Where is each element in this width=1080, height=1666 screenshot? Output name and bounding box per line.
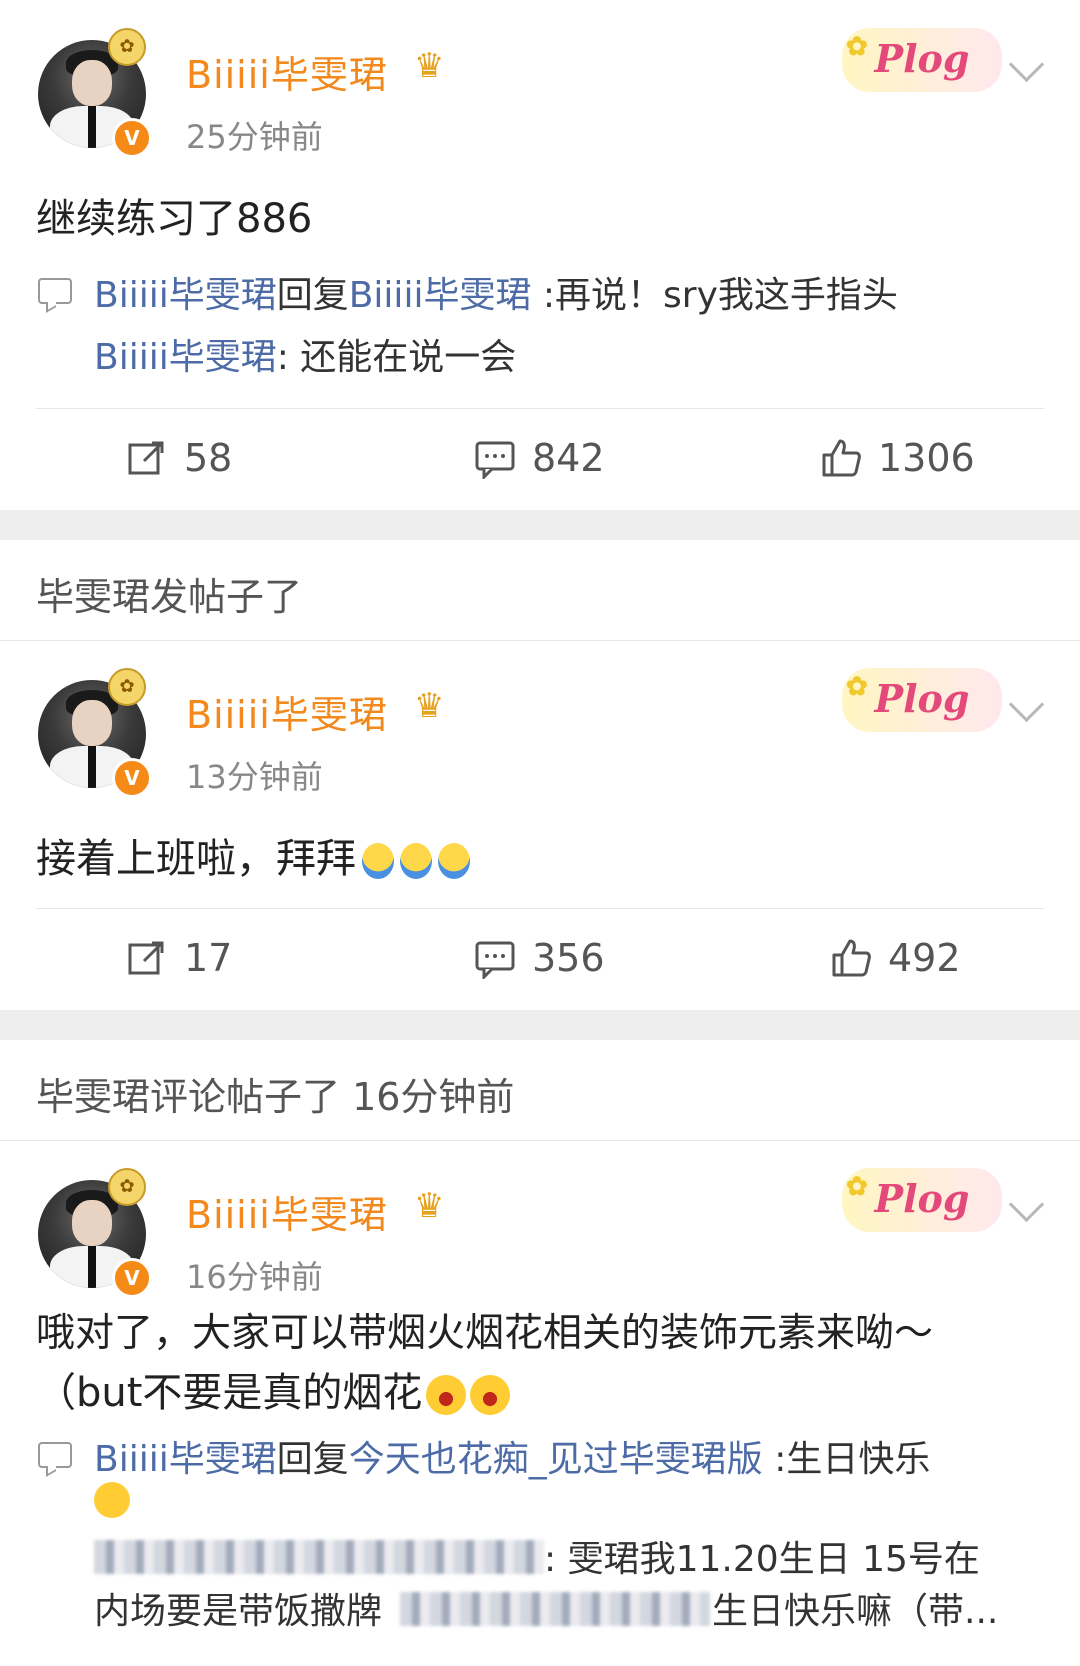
avatar-decoration-icon: ✿: [108, 1168, 146, 1206]
repost-button[interactable]: 58: [126, 436, 232, 480]
laugh-emoji-icon: [426, 1375, 467, 1415]
divider: [36, 408, 1044, 409]
comment-reply-icon: [38, 278, 72, 304]
verified-icon: V: [112, 758, 152, 798]
quoted-comment-line-2-end: 生日快乐嘛（带...: [712, 1591, 999, 1632]
reply-to-user[interactable]: 今天也花痴_见过毕雯珺版: [349, 1439, 763, 1480]
comment-icon: [475, 441, 515, 479]
post-card-3: 毕雯珺评论帖子了 16分钟前 ✿ V Biiiii毕雯珺 ♛ 16分钟前 ✿ Pl…: [0, 1040, 1080, 1666]
section-gap: [0, 1010, 1080, 1040]
reply-text: :再说！sry我这手指头: [542, 275, 898, 316]
like-icon: [822, 439, 861, 477]
post-time: 16分钟前: [186, 1258, 323, 1296]
reply-from-user[interactable]: Biiiii毕雯珺: [94, 1439, 277, 1480]
reply-line: Biiiii毕雯珺回复Biiiii毕雯珺 :再说！sry我这手指头: [94, 275, 898, 316]
like-button[interactable]: 492: [830, 936, 961, 980]
more-chevron-icon[interactable]: [1008, 46, 1045, 83]
reply-line: Biiiii毕雯珺回复今天也花痴_见过毕雯珺版 :生日快乐: [94, 1439, 931, 1480]
quoted-user[interactable]: Biiiii毕雯珺: [94, 337, 277, 378]
divider: [0, 1140, 1080, 1141]
username[interactable]: Biiiii毕雯珺: [186, 44, 388, 99]
bye-emoji-icon: [400, 843, 432, 879]
divider: [36, 908, 1044, 909]
plog-badge: ✿ Plog: [842, 1168, 1002, 1232]
repost-icon: [128, 941, 164, 975]
verified-icon: V: [112, 1258, 152, 1298]
repost-button[interactable]: 17: [126, 936, 232, 980]
username[interactable]: Biiiii毕雯珺: [186, 1184, 388, 1239]
like-button[interactable]: 1306: [820, 436, 975, 480]
like-icon: [832, 939, 871, 977]
post-card-2: 毕雯珺发帖子了 ✿ V Biiiii毕雯珺 ♛ 13分钟前 ✿ Plog 接着上班…: [0, 540, 1080, 1010]
post-content-line-1: 哦对了，大家可以带烟火烟花相关的装饰元素来呦～: [36, 1311, 934, 1356]
comment-button[interactable]: 356: [474, 936, 605, 980]
laugh-emoji-icon: [470, 1375, 511, 1415]
post-content: 继续练习了886: [36, 196, 313, 242]
reply-to-user[interactable]: Biiiii毕雯珺: [349, 275, 532, 316]
crown-badge-icon: ♛: [414, 46, 445, 86]
plog-badge: ✿ Plog: [842, 28, 1002, 92]
bye-emoji-icon: [438, 843, 470, 879]
comment-icon: [475, 941, 515, 979]
comment-button[interactable]: 842: [474, 436, 605, 480]
divider: [0, 640, 1080, 641]
crown-badge-icon: ♛: [414, 1186, 445, 1226]
quoted-comment-line-2: 内场要是带饭撒牌: [94, 1591, 383, 1632]
quoted-comment: Biiiii毕雯珺: 还能在说一会: [94, 337, 517, 378]
section-label: 毕雯珺发帖子了: [36, 575, 303, 619]
username[interactable]: Biiiii毕雯珺: [186, 684, 388, 739]
blurred-text: [400, 1592, 710, 1626]
quoted-comment: : 雯珺我11.20生日 15号在: [544, 1539, 980, 1580]
more-chevron-icon[interactable]: [1008, 1186, 1045, 1223]
avatar-decoration-icon: ✿: [108, 28, 146, 66]
post-content: 接着上班啦，拜拜: [36, 826, 470, 884]
smirk-emoji-icon: [94, 1482, 130, 1518]
post-time: 25分钟前: [186, 118, 323, 156]
plog-badge: ✿ Plog: [842, 668, 1002, 732]
verified-icon: V: [112, 118, 152, 158]
comment-reply-icon: [38, 1442, 72, 1468]
reply-text: :生日快乐: [774, 1439, 931, 1480]
blurred-username: [94, 1540, 544, 1574]
crown-badge-icon: ♛: [414, 686, 445, 726]
post-content-line-2: （but不要是真的烟花: [36, 1360, 511, 1418]
section-label: 毕雯珺评论帖子了 16分钟前: [36, 1075, 515, 1119]
post-card-1: ✿ V Biiiii毕雯珺 ♛ 25分钟前 ✿ Plog 继续练习了886 Bii…: [0, 0, 1080, 510]
more-chevron-icon[interactable]: [1008, 686, 1045, 723]
repost-icon: [128, 441, 164, 475]
section-gap: [0, 510, 1080, 540]
avatar-decoration-icon: ✿: [108, 668, 146, 706]
post-time: 13分钟前: [186, 758, 323, 796]
reply-from-user[interactable]: Biiiii毕雯珺: [94, 275, 277, 316]
bye-emoji-icon: [362, 843, 394, 879]
